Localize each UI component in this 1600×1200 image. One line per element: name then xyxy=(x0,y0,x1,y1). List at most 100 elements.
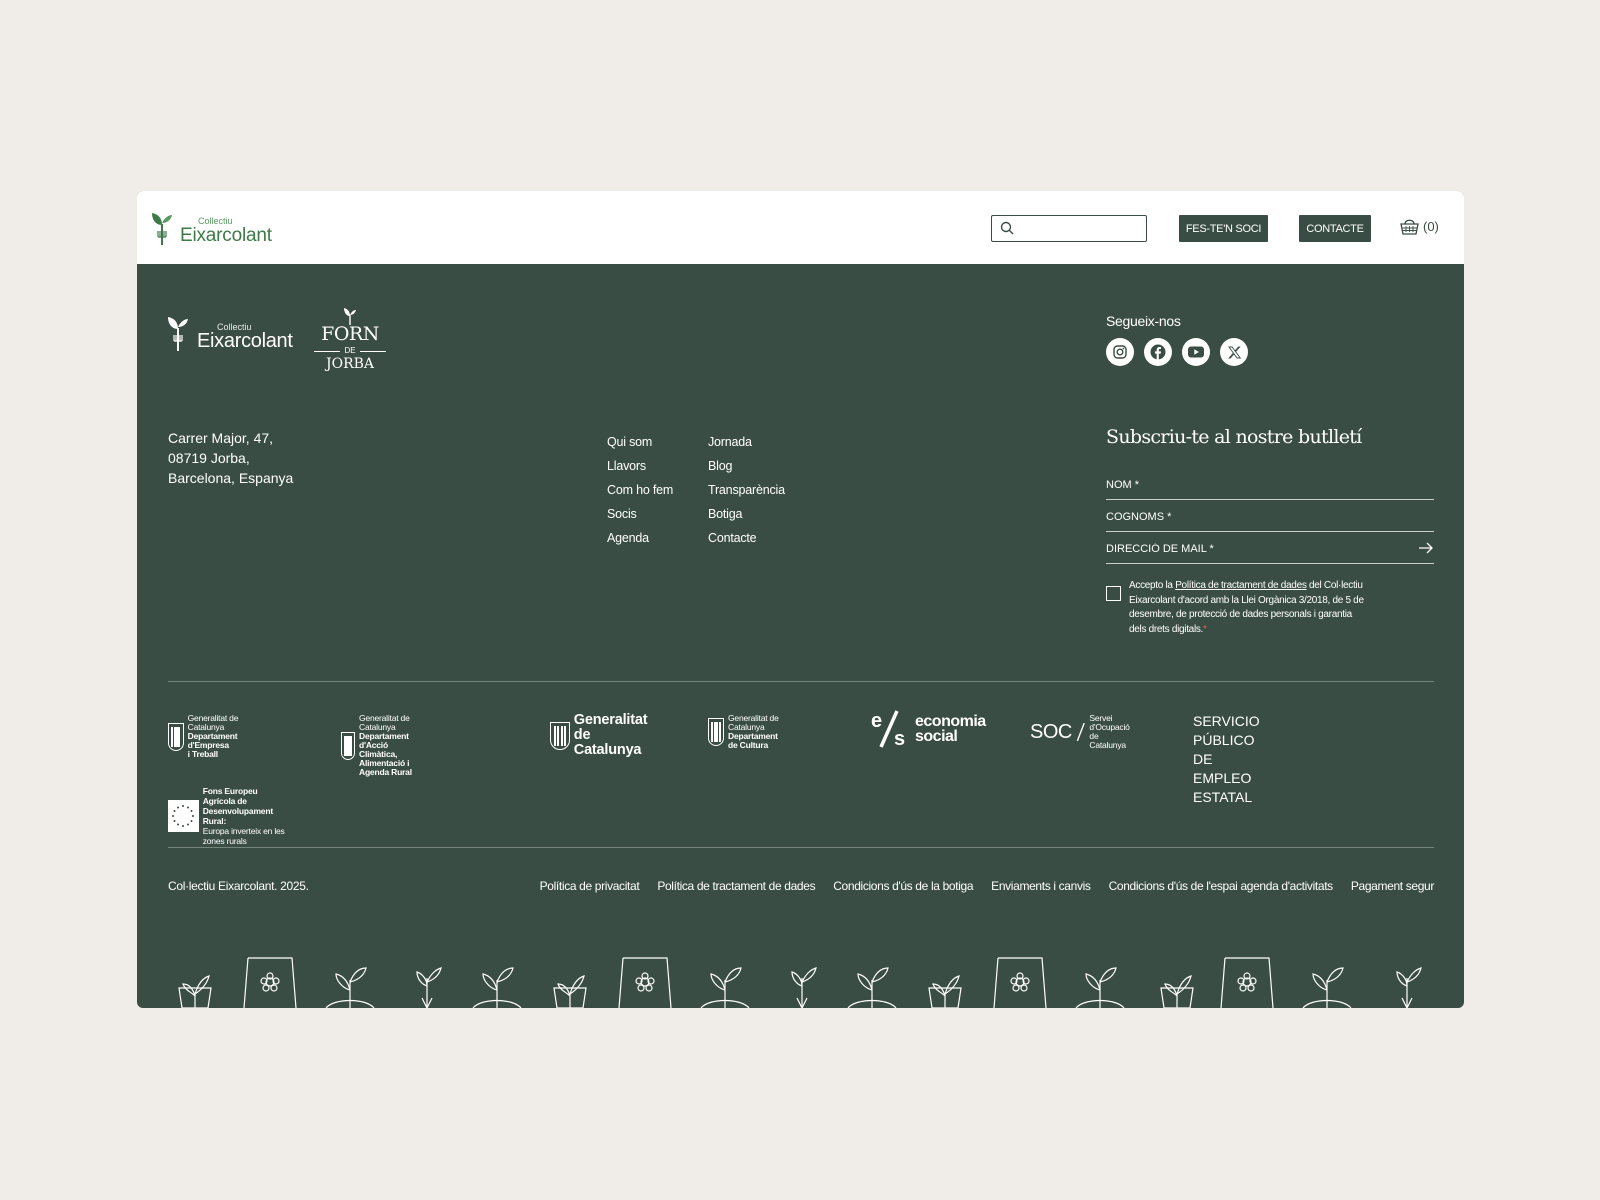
footer-link-com-ho-fem[interactable]: Com ho fem xyxy=(607,478,673,502)
logo-text: Europa inverteix en les zones rurals xyxy=(202,826,285,846)
search-icon xyxy=(1000,221,1014,235)
logo-sepe: SERVICIO PÚBLICO DE EMPLEO ESTATAL xyxy=(1193,712,1260,807)
become-member-button[interactable]: FES-TE'N SOCI xyxy=(1179,215,1268,242)
newsletter-title: Subscriu-te al nostre butlletí xyxy=(1106,426,1362,448)
surname-input[interactable] xyxy=(1106,502,1434,523)
forn-line-3: JORBA xyxy=(325,355,375,372)
footer-link-contacte[interactable]: Contacte xyxy=(708,526,785,550)
address-line: Carrer Major, 47, xyxy=(168,430,274,446)
logo-text: Fons Europeu Agrícola de xyxy=(202,786,258,806)
eu-flag-icon xyxy=(168,800,199,832)
newsletter-surname-field[interactable] xyxy=(1106,502,1434,532)
footer-link-blog[interactable]: Blog xyxy=(708,454,785,478)
logo-text: Generalitat xyxy=(573,712,648,728)
newsletter-email-field[interactable] xyxy=(1106,534,1434,564)
logo-text: social xyxy=(915,728,958,745)
plant-pattern-decoration xyxy=(178,957,1422,1008)
legal-link-agenda-terms[interactable]: Condicions d'ús de l'espai agenda d'acti… xyxy=(1109,879,1334,893)
footer-link-botiga[interactable]: Botiga xyxy=(708,502,785,526)
logo-text: de Catalunya xyxy=(573,727,642,758)
privacy-policy-link[interactable]: Política de tractament de dades xyxy=(1175,580,1307,591)
cart-button[interactable]: (0) xyxy=(1400,218,1439,235)
legal-link-secure-payment[interactable]: Pagament segur xyxy=(1351,879,1435,893)
logo-feader: Fons Europeu Agrícola de Desenvolupament … xyxy=(168,786,288,846)
logo-dept-accio-climatica: Generalitat de Catalunya Departament d'Ac… xyxy=(341,714,417,777)
footer-link-qui-som[interactable]: Qui som xyxy=(607,430,673,454)
follow-label: Segueix-nos xyxy=(1106,313,1181,329)
catalan-shield-icon xyxy=(550,721,570,750)
logo-text: i Treball xyxy=(187,749,219,759)
contact-button[interactable]: CONTACTE xyxy=(1299,215,1371,242)
consent-checkbox[interactable] xyxy=(1106,586,1121,601)
consent-text: Accepto la Política de tractament de dad… xyxy=(1129,579,1366,637)
logo-text: de Catalunya xyxy=(1089,731,1126,750)
logo-generalitat: Generalitat de Catalunya xyxy=(550,713,650,758)
newsletter-name-field[interactable] xyxy=(1106,470,1434,500)
logo-dept-cultura: Generalitat de Catalunya Departament de Cu… xyxy=(708,714,784,750)
logo-text: Desenvolupament Rural: xyxy=(202,806,273,826)
footer-link-jornada[interactable]: Jornada xyxy=(708,430,785,454)
top-header: Collectiu Eixarcolant FES-TE'N SOCI CONT… xyxy=(137,191,1464,264)
catalan-shield-icon xyxy=(168,722,184,751)
basket-icon xyxy=(1400,219,1419,235)
privacy-consent: Accepto la Política de tractament de dad… xyxy=(1106,579,1366,637)
logo-dept-empresa-treball: Generalitat de Catalunya Departament d'Em… xyxy=(168,714,244,759)
sprout-icon xyxy=(344,308,356,325)
footer-link-socis[interactable]: Socis xyxy=(607,502,673,526)
forn-line-2: DE xyxy=(314,346,386,355)
address-line: Barcelona, Espanya xyxy=(168,470,294,486)
economia-social-mark-icon: e s xyxy=(871,710,905,749)
slash-icon xyxy=(1076,722,1085,742)
facebook-icon[interactable] xyxy=(1144,338,1172,366)
legal-link-privacy[interactable]: Política de privacitat xyxy=(540,879,640,893)
catalan-shield-icon xyxy=(708,718,724,746)
name-input[interactable] xyxy=(1106,470,1434,491)
logo-text: economia xyxy=(915,713,986,730)
logo-text: Servei d'Ocupació xyxy=(1089,713,1130,732)
logo-text: Departament d'Acció Climàtica, xyxy=(359,731,409,759)
logo-text: SERVICIO PÚBLICO xyxy=(1193,713,1260,748)
footer-link-llavors[interactable]: Llavors xyxy=(607,454,673,478)
address-line: 08719 Jorba, xyxy=(168,450,250,466)
footer-link-agenda[interactable]: Agenda xyxy=(607,526,673,550)
logo-economia-social: e s economia social xyxy=(869,709,986,749)
copyright: Col·lectiu Eixarcolant. 2025. xyxy=(168,879,309,893)
consent-text-pre: Accepto la xyxy=(1129,580,1176,591)
footer-nav-column-2: Jornada Blog Transparència Botiga Contac… xyxy=(708,430,785,550)
legal-link-data-policy[interactable]: Política de tractament de dades xyxy=(657,879,815,893)
logo-text: Generalitat de Catalunya xyxy=(187,713,239,732)
search-input[interactable] xyxy=(1020,219,1140,238)
youtube-icon[interactable] xyxy=(1182,338,1210,366)
catalan-shield-icon xyxy=(341,731,355,760)
site-frame: Collectiu Eixarcolant FES-TE'N SOCI CONT… xyxy=(137,191,1464,1008)
soc-text: SOC xyxy=(1030,720,1072,743)
logo-text: Alimentació i Agenda Rural xyxy=(359,758,412,777)
header-logo[interactable]: Collectiu Eixarcolant xyxy=(151,211,272,245)
logo-text: Generalitat de Catalunya xyxy=(359,713,410,732)
email-input[interactable] xyxy=(1106,534,1434,555)
logo-text: de Cultura xyxy=(728,740,769,750)
footer-link-transparencia[interactable]: Transparència xyxy=(708,478,785,502)
legal-link-shop-terms[interactable]: Condicions d'ús de la botiga xyxy=(833,879,973,893)
divider xyxy=(168,847,1434,848)
forn-de-jorba-logo[interactable]: FORN DE JORBA xyxy=(314,308,386,372)
footer-logo-big: Eixarcolant xyxy=(197,330,293,352)
footer-nav-column-1: Qui som Llavors Com ho fem Socis Agenda xyxy=(607,430,673,550)
sprout-fork-icon xyxy=(152,213,172,245)
logo-small-text: Collectiu xyxy=(198,216,233,226)
svg-text:e: e xyxy=(871,710,882,732)
search-box[interactable] xyxy=(991,215,1147,242)
instagram-icon[interactable] xyxy=(1106,338,1134,366)
logo-soc: SOC Servei d'Ocupació de Catalunya xyxy=(1030,714,1134,750)
social-links xyxy=(1106,338,1248,366)
required-mark: * xyxy=(1203,623,1207,635)
forn-line-1: FORN xyxy=(321,323,379,345)
logo-text: Departament d'Empresa xyxy=(187,731,238,750)
address-block: Carrer Major, 47, 08719 Jorba, Barcelona… xyxy=(168,428,293,488)
sprout-fork-icon xyxy=(168,317,188,351)
legal-link-shipping[interactable]: Enviaments i canvis xyxy=(991,879,1091,893)
arrow-right-icon[interactable] xyxy=(1418,542,1434,554)
legal-links: Política de privacitat Política de tract… xyxy=(540,879,1435,893)
x-icon[interactable] xyxy=(1220,338,1248,366)
cart-count: (0) xyxy=(1423,219,1439,234)
